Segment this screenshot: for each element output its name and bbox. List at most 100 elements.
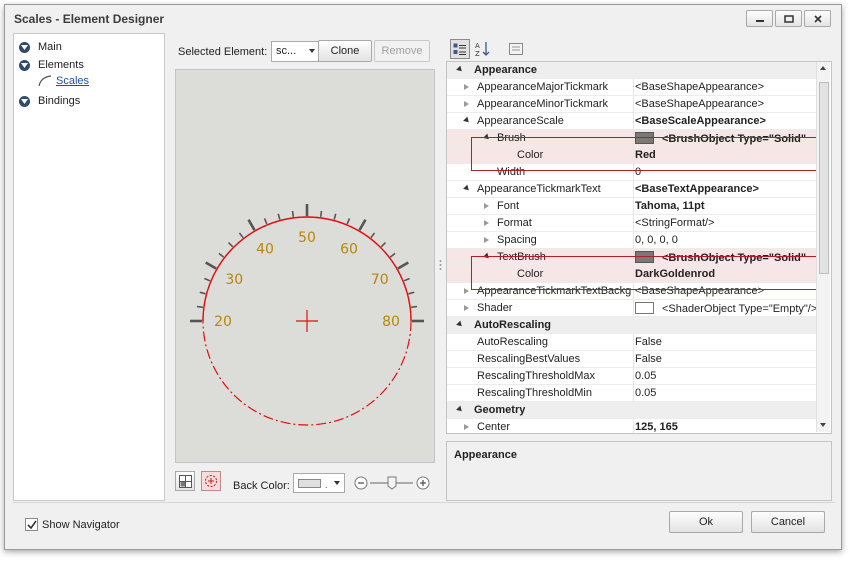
chevron-down-icon <box>309 49 315 53</box>
collapse-arrow-icon[interactable] <box>463 184 471 193</box>
property-row[interactable]: Format <StringFormat/> <box>447 215 817 232</box>
expand-arrow-icon[interactable] <box>464 101 469 107</box>
property-value[interactable]: False <box>635 353 817 365</box>
property-row[interactable]: AppearanceMajorTickmark <BaseShapeAppeara… <box>447 79 817 96</box>
zoom-in-icon[interactable] <box>416 476 430 490</box>
property-row[interactable]: AppearanceScale <BaseScaleAppearance> <box>447 113 817 130</box>
minor-tick <box>410 305 418 309</box>
scroll-thumb[interactable] <box>819 82 829 274</box>
back-color-picker[interactable]: . <box>293 473 345 493</box>
expand-arrow-icon[interactable] <box>484 237 489 243</box>
property-category[interactable]: Geometry <box>447 402 817 419</box>
cancel-button[interactable]: Cancel <box>751 511 825 533</box>
property-row[interactable]: RescalingThresholdMax 0.05 <box>447 368 817 385</box>
scroll-up-icon[interactable] <box>817 62 829 74</box>
nav-sub-label[interactable]: Scales <box>56 75 89 87</box>
property-row[interactable]: AppearanceTickmarkText <BaseTextAppearanc… <box>447 181 817 198</box>
property-value[interactable]: Tahoma, 11pt <box>635 200 817 212</box>
nav-item-label: Elements <box>38 59 84 71</box>
property-value-text: Tahoma, 11pt <box>635 200 705 212</box>
collapse-arrow-icon[interactable] <box>456 405 464 414</box>
maximize-button[interactable] <box>775 10 802 27</box>
selected-element-combo[interactable]: sc... <box>271 41 319 62</box>
property-row[interactable]: RescalingBestValues False <box>447 351 817 368</box>
property-value-text: <ShaderObject Type="Empty"/> <box>662 303 817 315</box>
property-name: AppearanceMinorTickmark <box>477 98 609 110</box>
property-category[interactable]: Appearance <box>447 62 817 79</box>
clone-button[interactable]: Clone <box>318 40 372 62</box>
minimize-button[interactable] <box>746 10 773 27</box>
show-navigator-toggle[interactable]: Show Navigator <box>25 518 120 531</box>
property-value[interactable]: <BaseScaleAppearance> <box>635 115 817 127</box>
expand-arrow-icon[interactable] <box>484 203 489 209</box>
property-name: Spacing <box>497 234 537 246</box>
property-value[interactable]: 0.05 <box>635 370 817 382</box>
expand-arrow-icon[interactable] <box>464 305 469 311</box>
property-value[interactable]: <BaseTextAppearance> <box>635 183 817 195</box>
collapse-icon[interactable] <box>19 95 30 107</box>
property-value[interactable]: 0, 0, 0, 0 <box>635 234 817 246</box>
property-value[interactable]: 0.05 <box>635 387 817 399</box>
remove-button[interactable]: Remove <box>374 40 430 62</box>
description-panel: Appearance <box>446 441 832 501</box>
property-name: AppearanceTickmarkText <box>477 183 601 195</box>
zoom-out-icon[interactable] <box>354 476 368 490</box>
property-row[interactable]: AppearanceMinorTickmark <BaseShapeAppeara… <box>447 96 817 113</box>
collapse-arrow-icon[interactable] <box>456 320 464 329</box>
close-button[interactable] <box>804 10 831 27</box>
expand-arrow-icon[interactable] <box>464 288 469 294</box>
property-category[interactable]: AutoRescaling <box>447 317 817 334</box>
splitter-grip-icon[interactable] <box>439 259 442 271</box>
show-navigator-checkbox[interactable] <box>25 518 38 531</box>
property-value[interactable]: <BaseShapeAppearance> <box>635 81 817 93</box>
color-swatch <box>635 302 654 314</box>
property-row[interactable]: Spacing 0, 0, 0, 0 <box>447 232 817 249</box>
scroll-down-icon[interactable] <box>817 419 829 431</box>
property-row[interactable]: RescalingThresholdMin 0.05 <box>447 385 817 402</box>
zoom-thumb[interactable] <box>387 476 397 490</box>
property-grid-scrollbar[interactable] <box>816 62 830 432</box>
expand-arrow-icon[interactable] <box>464 424 469 430</box>
category-label: AutoRescaling <box>474 319 552 331</box>
scale-label: 80 <box>382 314 400 330</box>
property-pages-button[interactable] <box>506 39 526 59</box>
categorized-button[interactable] <box>450 39 470 59</box>
column-separator <box>633 368 634 385</box>
minor-tick <box>370 232 376 239</box>
column-separator <box>633 351 634 368</box>
property-value[interactable]: False <box>635 336 817 348</box>
collapse-icon[interactable] <box>19 59 30 71</box>
property-row[interactable]: Center 125, 165 <box>447 419 817 433</box>
property-row[interactable]: AutoRescaling False <box>447 334 817 351</box>
property-value[interactable]: 125, 165 <box>635 421 817 433</box>
property-row[interactable]: Font Tahoma, 11pt <box>447 198 817 215</box>
preview-canvas[interactable]: 20 30 40 50 60 70 80 <box>175 69 435 463</box>
property-value[interactable]: <BaseShapeAppearance> <box>635 98 817 110</box>
collapse-arrow-icon[interactable] <box>463 116 471 125</box>
scale-label: 50 <box>298 230 316 246</box>
selected-element-label: Selected Element: <box>178 46 268 58</box>
column-separator <box>633 300 634 317</box>
ok-button[interactable]: Ok <box>669 511 743 533</box>
collapse-icon[interactable] <box>19 41 30 53</box>
property-value[interactable]: <StringFormat/> <box>635 217 817 229</box>
expand-arrow-icon[interactable] <box>484 220 489 226</box>
column-separator <box>633 385 634 402</box>
nav-item-main[interactable]: Main <box>19 39 62 55</box>
zoom-control <box>353 473 433 493</box>
property-value[interactable]: <ShaderObject Type="Empty"/> <box>635 302 817 315</box>
minor-tick <box>403 277 410 282</box>
property-row[interactable]: Shader <ShaderObject Type="Empty"/> <box>447 300 817 317</box>
nav-item-elements[interactable]: Elements <box>19 57 84 73</box>
nav-item-bindings[interactable]: Bindings <box>19 93 80 109</box>
collapse-arrow-icon[interactable] <box>456 65 464 74</box>
alphabetical-button[interactable]: AZ <box>473 39 493 59</box>
layout-tool-button[interactable] <box>175 471 195 491</box>
gauge-tool-button[interactable] <box>201 471 221 491</box>
expand-arrow-icon[interactable] <box>464 84 469 90</box>
nav-item-scales[interactable]: Scales <box>38 75 89 87</box>
property-value-text: 0, 0, 0, 0 <box>635 234 678 246</box>
property-value-text: <BaseTextAppearance> <box>635 183 759 195</box>
scale-label: 60 <box>340 241 358 257</box>
major-tick <box>247 219 256 231</box>
